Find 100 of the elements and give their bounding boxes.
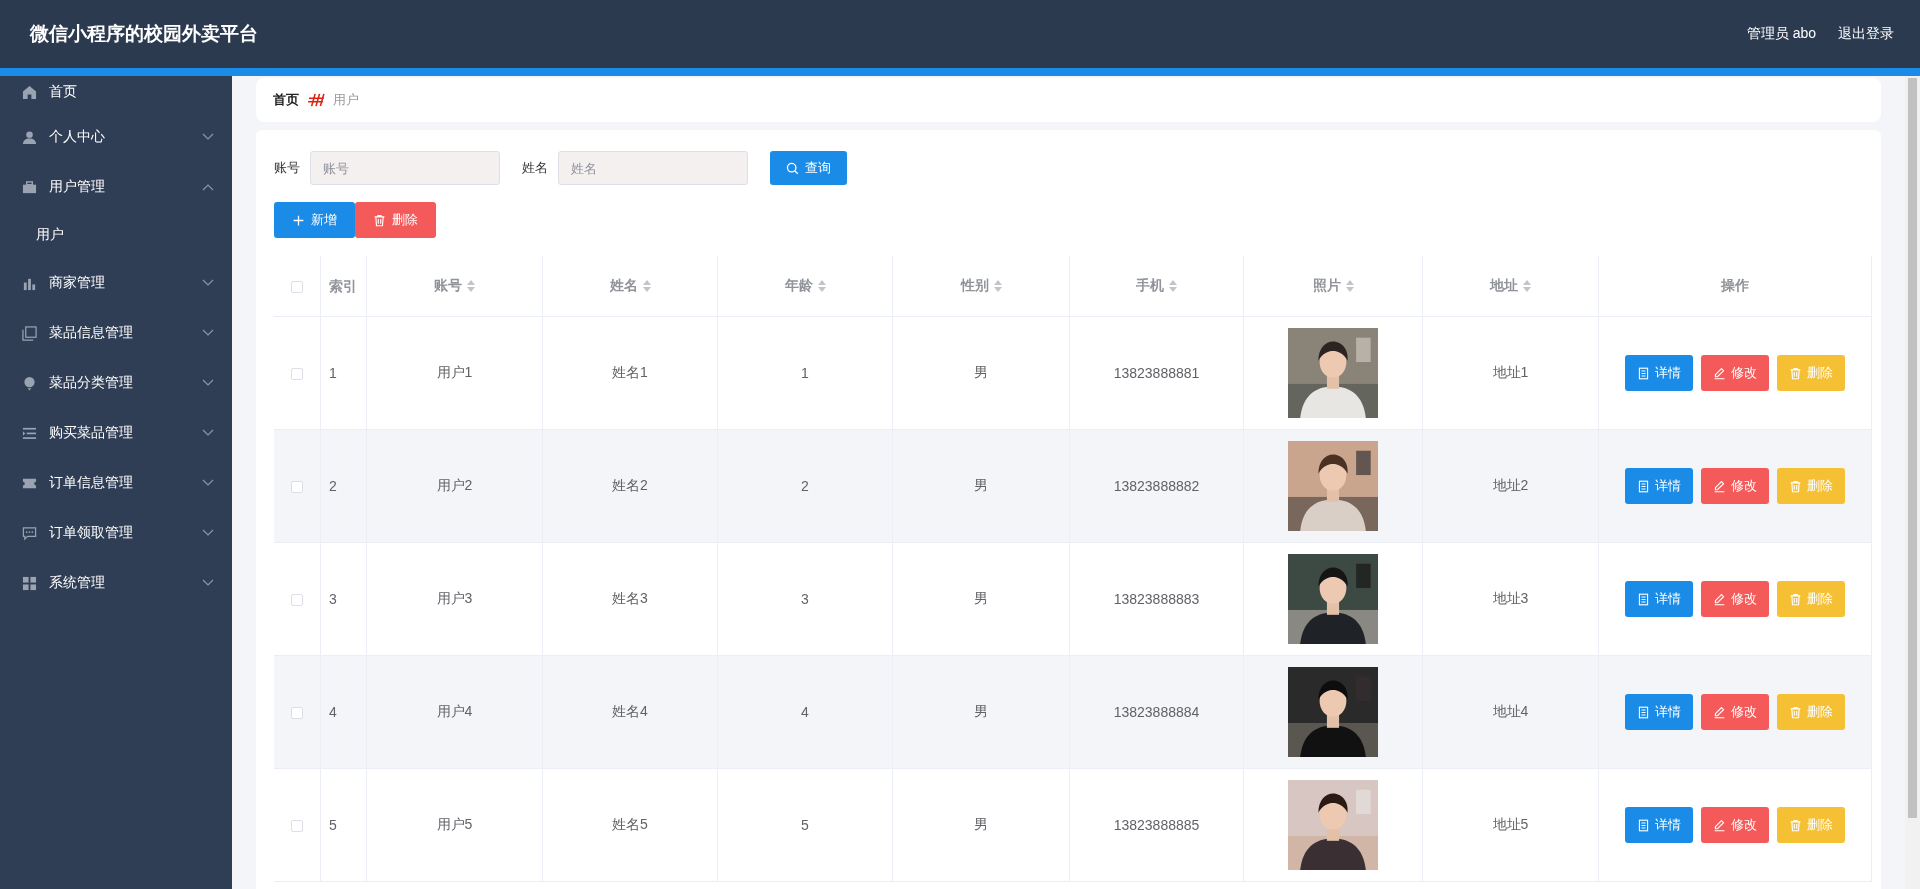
table-cell: 4 [801,704,809,720]
edit-button[interactable]: 修改 [1701,468,1769,504]
trash-icon [1789,705,1802,719]
column-header[interactable]: 地址 [1490,277,1518,295]
submenu-item[interactable]: 用户 [36,226,64,244]
document-icon [1637,705,1650,719]
column-header[interactable]: 照片 [1312,277,1341,295]
edit-button[interactable]: 修改 [1701,694,1769,730]
column-header[interactable]: 账号 [434,277,462,295]
table-cell: 地址4 [1492,703,1529,719]
checkbox[interactable] [291,820,303,833]
table-cell: 地址5 [1492,816,1529,832]
detail-button[interactable]: 详情 [1625,581,1693,617]
chat-icon [22,525,37,541]
copy-icon [22,325,37,341]
app-title: 微信小程序的校园外卖平台 [30,22,259,46]
table-cell: 用户5 [436,816,473,832]
user-icon [22,129,37,145]
edit-button[interactable]: 修改 [1701,581,1769,617]
table-cell: 13823888881 [1113,365,1200,381]
table-cell: 男 [974,590,988,606]
table-cell: 13823888884 [1113,704,1200,720]
checkbox[interactable] [291,368,303,381]
detail-button[interactable]: 详情 [1625,807,1693,843]
table-cell: 用户1 [436,364,473,380]
trash-icon [373,213,386,227]
table-cell: 3 [329,591,337,607]
detail-button[interactable]: 详情 [1625,468,1693,504]
table-cell: 用户4 [436,703,473,719]
checkbox[interactable] [291,707,303,720]
table-cell: 地址3 [1492,590,1529,606]
table-cell: 2 [801,478,809,494]
user-name: 管理员 abo [1746,25,1816,43]
breadcrumb-item[interactable]: 首页 [273,91,299,109]
table-cell: 姓名1 [612,364,648,380]
logout-link[interactable]: 退出登录 [1838,25,1894,43]
menu-item[interactable]: 系统管理 [0,558,232,608]
table-cell: 2 [329,478,337,494]
table-cell: 5 [329,817,337,833]
detail-button[interactable]: 详情 [1625,694,1693,730]
trash-icon [1789,818,1802,832]
menu-item[interactable]: 订单信息管理 [0,458,232,508]
menu-item[interactable]: 个人中心 [0,112,232,162]
table-cell: 姓名4 [612,703,648,719]
menu-item[interactable]: 用户管理 [0,162,232,212]
detail-button[interactable]: 详情 [1625,355,1693,391]
pencil-icon [1713,818,1726,832]
balloon-icon [22,375,37,391]
field-label: 姓名 [522,159,548,177]
menu-item[interactable]: 商家管理 [0,258,232,308]
menu-item[interactable]: 订单领取管理 [0,508,232,558]
table-cell: 地址2 [1492,477,1529,493]
table-cell: 3 [801,591,809,607]
menu-item[interactable]: 首页 [0,76,232,108]
menu-item[interactable]: 菜品分类管理 [0,358,232,408]
table-cell: 男 [974,703,988,719]
table-cell: 姓名2 [612,477,648,493]
pencil-icon [1713,705,1726,719]
pencil-icon [1713,479,1726,493]
pencil-icon [1713,366,1726,380]
search-button[interactable]: 查询 [770,151,847,185]
trash-icon [1789,366,1802,380]
table-cell: 4 [329,704,337,720]
delete-button[interactable]: 删除 [355,202,436,238]
column-header[interactable]: 性别 [960,277,989,295]
document-icon [1637,818,1650,832]
search-field[interactable]: 账号 [310,151,500,185]
menu-item[interactable]: 购买菜品管理 [0,408,232,458]
grid-icon [22,575,37,591]
search-field[interactable]: 姓名 [558,151,748,185]
column-header[interactable]: 姓名 [609,277,638,295]
column-header: 操作 [1721,277,1749,295]
document-icon [1637,592,1650,606]
search-icon [786,161,799,175]
field-label: 账号 [274,159,300,177]
scrollbar-thumb[interactable] [1908,78,1917,818]
edit-button[interactable]: 修改 [1701,355,1769,391]
table-cell: 13823888883 [1113,591,1200,607]
edit-button[interactable]: 修改 [1701,807,1769,843]
separator-icon [307,93,325,107]
checkbox[interactable] [291,481,303,494]
trash-icon [1789,592,1802,606]
table-cell: 姓名3 [612,590,648,606]
column-header[interactable]: 年龄 [784,277,813,295]
table-cell: 用户3 [436,590,473,606]
add-button[interactable]: 新增 [274,202,355,238]
column-header[interactable]: 手机 [1136,277,1164,295]
table-cell: 男 [974,364,988,380]
table-cell: 地址1 [1492,364,1529,380]
list-icon [22,425,37,441]
home-icon [22,84,37,100]
menu-item[interactable]: 菜品信息管理 [0,308,232,358]
checkbox[interactable] [291,594,303,607]
table-cell: 1 [329,365,337,381]
table-cell: 1 [801,365,809,381]
breadcrumb-item: 用户 [333,91,359,109]
checkbox[interactable] [291,281,303,294]
table-cell: 用户2 [436,477,473,493]
document-icon [1637,479,1650,493]
plus-icon [292,213,305,227]
